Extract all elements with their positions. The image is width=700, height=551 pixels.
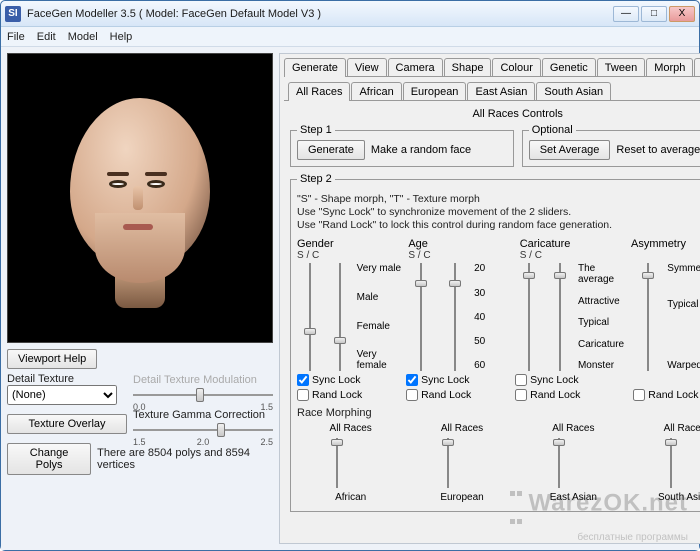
age-sync-lock[interactable]: Sync Lock [406, 374, 511, 386]
step1-group: Step 1 Generate Make a random face [290, 124, 514, 167]
app-icon: SI [5, 6, 21, 22]
controls-title: All Races Controls [290, 108, 700, 120]
tab-colour[interactable]: Colour [492, 58, 540, 77]
close-button[interactable]: X [669, 6, 695, 22]
menubar: File Edit Model Help [1, 27, 699, 47]
minimize-button[interactable]: — [613, 6, 639, 22]
gender-sync-lock[interactable]: Sync Lock [297, 374, 402, 386]
tab-tween[interactable]: Tween [597, 58, 645, 77]
change-polys-button[interactable]: Change Polys [7, 443, 91, 475]
race-slider-european[interactable] [447, 438, 477, 488]
tab-genetic[interactable]: Genetic [542, 58, 596, 77]
window-title: FaceGen Modeller 3.5 ( Model: FaceGen De… [27, 8, 613, 20]
asymmetry-rand-lock[interactable]: Rand Lock [633, 389, 700, 401]
detail-mod-label: Detail Texture Modulation [133, 374, 273, 386]
subtab-all-races[interactable]: All Races [288, 82, 350, 101]
race-morphing-label: Race Morphing [297, 407, 700, 419]
tab-camera[interactable]: Camera [388, 58, 443, 77]
age-rand-lock[interactable]: Rand Lock [406, 389, 511, 401]
titlebar: SI FaceGen Modeller 3.5 ( Model: FaceGen… [1, 1, 699, 27]
tab-view[interactable]: View [347, 58, 387, 77]
subtab-european[interactable]: European [403, 82, 467, 101]
maximize-button[interactable]: □ [641, 6, 667, 22]
asymmetry-slider[interactable] [633, 263, 663, 371]
menu-edit[interactable]: Edit [37, 31, 56, 43]
race-slider-african[interactable] [336, 438, 366, 488]
caricature-slider-c[interactable] [547, 263, 574, 371]
texture-overlay-button[interactable]: Texture Overlay [7, 414, 127, 434]
viewport-3d[interactable] [7, 53, 273, 343]
detail-mod-slider: 0.01.5 [133, 386, 273, 404]
gender-slider-c[interactable] [327, 263, 353, 371]
poly-info: There are 8504 polys and 8594 vertices [97, 447, 273, 471]
subtab-east-asian[interactable]: East Asian [467, 82, 535, 101]
tab-photofit[interactable]: PhotoFit [694, 58, 700, 77]
hint-line-2: Use "Sync Lock" to synchronize movement … [297, 206, 700, 219]
detail-texture-select[interactable]: (None) [7, 385, 117, 405]
hint-line-3: Use "Rand Lock" to lock this control dur… [297, 219, 700, 232]
tab-generate[interactable]: Generate [284, 58, 346, 77]
race-slider-southasian[interactable] [670, 438, 700, 488]
set-average-button[interactable]: Set Average [529, 140, 611, 160]
tab-morph[interactable]: Morph [646, 58, 693, 77]
face-model [65, 98, 215, 298]
menu-help[interactable]: Help [110, 31, 133, 43]
sub-tabs: All Races African European East Asian So… [280, 78, 700, 101]
subtab-african[interactable]: African [351, 82, 401, 101]
hint-line-1: "S" - Shape morph, "T" - Texture morph [297, 193, 700, 206]
age-slider-c[interactable] [440, 263, 470, 371]
gamma-slider[interactable]: 1.52.02.5 [133, 421, 273, 439]
menu-model[interactable]: Model [68, 31, 98, 43]
main-tabs: Generate View Camera Shape Colour Geneti… [280, 54, 700, 77]
generate-button[interactable]: Generate [297, 140, 365, 160]
race-slider-eastasian[interactable] [558, 438, 588, 488]
detail-texture-label: Detail Texture [7, 373, 127, 385]
subtab-south-asian[interactable]: South Asian [536, 82, 611, 101]
caricature-sync-lock[interactable]: Sync Lock [515, 374, 629, 386]
step2-group: Step 2 "S" - Shape morph, "T" - Texture … [290, 173, 700, 512]
age-slider-s[interactable] [406, 263, 436, 371]
caricature-slider-s[interactable] [515, 263, 542, 371]
gender-rand-lock[interactable]: Rand Lock [297, 389, 402, 401]
tab-shape[interactable]: Shape [444, 58, 492, 77]
reset-label: Reset to average face [616, 144, 700, 156]
gender-slider-s[interactable] [297, 263, 323, 371]
viewport-help-button[interactable]: Viewport Help [7, 349, 97, 369]
random-face-label: Make a random face [371, 144, 471, 156]
optional-group: Optional Set Average Reset to average fa… [522, 124, 700, 167]
caricature-rand-lock[interactable]: Rand Lock [515, 389, 629, 401]
menu-file[interactable]: File [7, 31, 25, 43]
